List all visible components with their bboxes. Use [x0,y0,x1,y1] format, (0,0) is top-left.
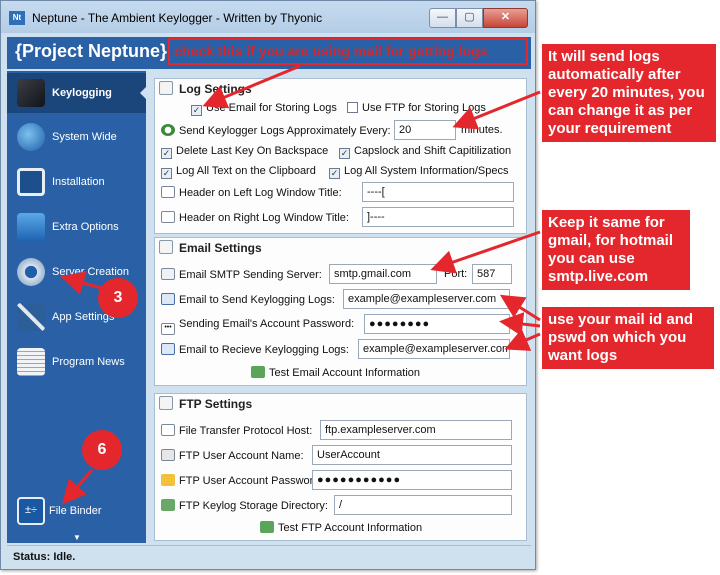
annotation-arrows [60,64,541,505]
arrow-to-smtp [430,230,541,274]
arrow-to-send-email [499,294,541,322]
arrow-to-file-binder [62,469,94,505]
arrow-to-email-checkbox [202,64,301,109]
arrow-to-password [499,312,541,336]
arrow-to-interval [452,90,541,130]
arrow-to-server-creation [60,271,109,295]
arrow-to-receive-email [504,328,541,351]
